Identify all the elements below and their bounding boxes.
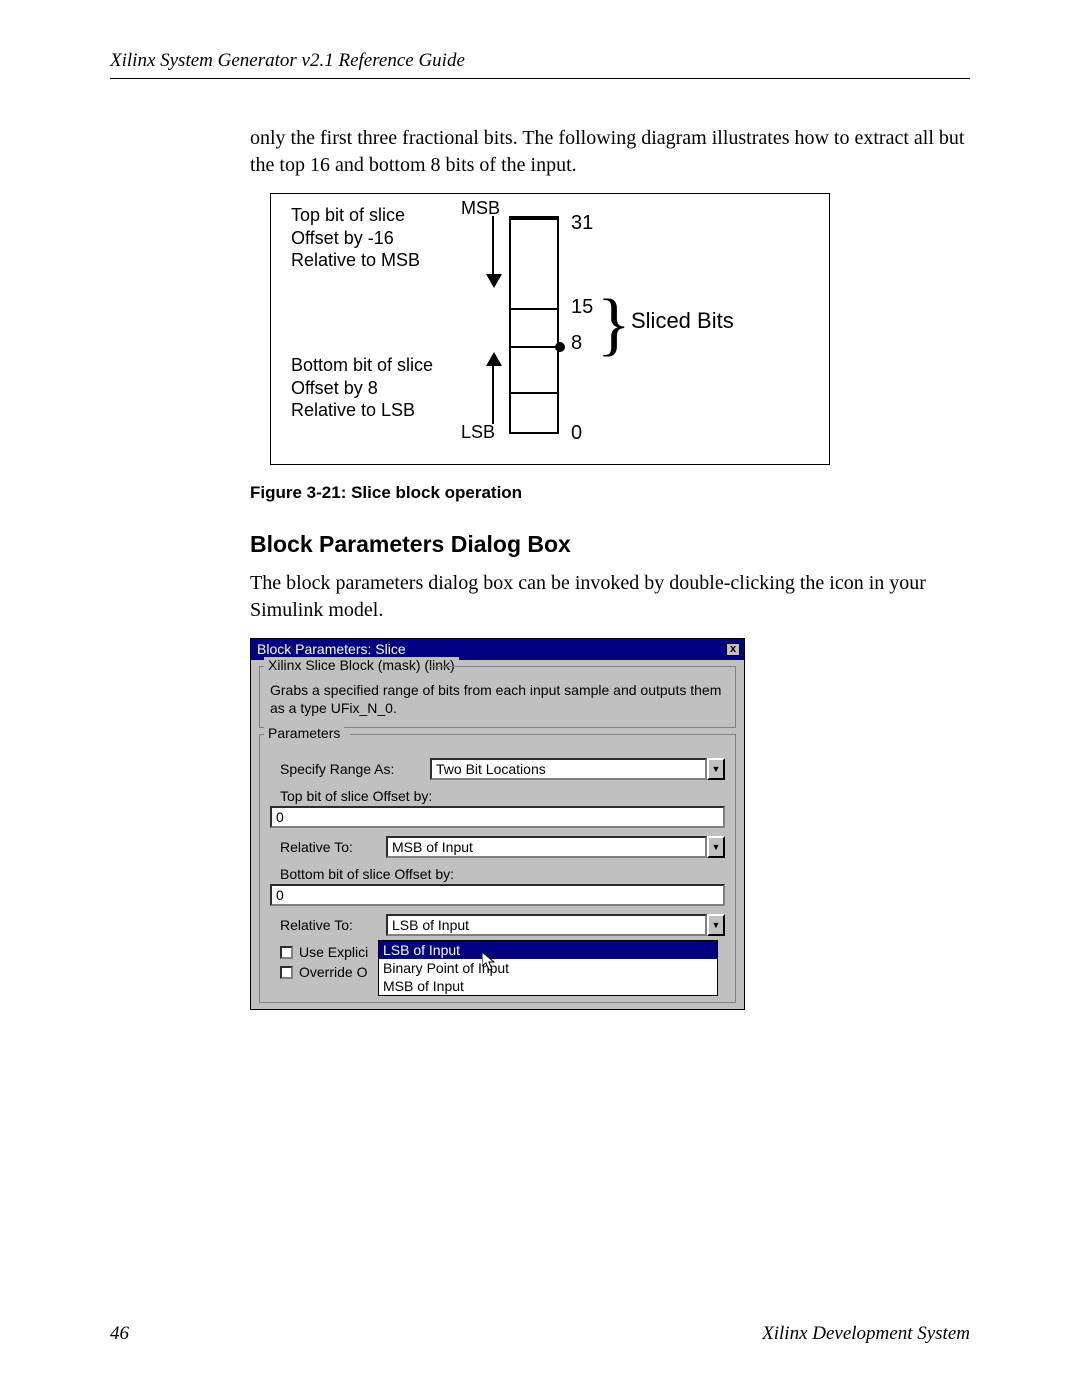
msb-label: MSB: [461, 198, 500, 219]
slice-diagram: Top bit of slice Offset by -16 Relative …: [270, 193, 830, 465]
use-explicit-label: Use Explici: [299, 944, 368, 960]
relative-to-dropdown-list[interactable]: LSB of Input Binary Point of Input MSB o…: [378, 940, 718, 996]
section-heading: Block Parameters Dialog Box: [250, 531, 970, 558]
diag-bottom-label: Bottom bit of slice Offset by 8 Relative…: [291, 354, 433, 422]
parameters-groupbox: Specify Range As: Two Bit Locations ▼ To…: [259, 734, 736, 1003]
dropdown-option-binary-point[interactable]: Binary Point of Input: [379, 959, 717, 977]
page-number: 46: [110, 1323, 129, 1345]
slice-divider: [509, 346, 559, 348]
brace-icon: }: [597, 290, 631, 360]
sliced-bits-label: Sliced Bits: [631, 308, 734, 334]
slice-dot-icon: [555, 342, 565, 352]
relative-to-top-value[interactable]: MSB of Input: [386, 836, 707, 858]
override-checkbox[interactable]: [280, 966, 293, 979]
use-explicit-checkbox[interactable]: [280, 946, 293, 959]
override-label: Override O: [299, 964, 367, 980]
specify-range-label: Specify Range As:: [280, 761, 420, 777]
bit-31-label: 31: [571, 212, 593, 235]
section-paragraph: The block parameters dialog box can be i…: [250, 570, 970, 624]
figure-caption: Figure 3-21: Slice block operation: [250, 483, 970, 503]
bottom-offset-label: Bottom bit of slice Offset by:: [280, 866, 725, 882]
top-offset-label: Top bit of slice Offset by:: [280, 788, 725, 804]
bit-0-label: 0: [571, 422, 582, 445]
bottom-offset-input[interactable]: 0: [270, 884, 725, 906]
relative-to-bottom-value[interactable]: LSB of Input: [386, 914, 707, 936]
relative-to-top-combo[interactable]: MSB of Input ▼: [386, 836, 725, 858]
relative-to-bottom-label: Relative To:: [280, 917, 376, 933]
lsb-label: LSB: [461, 422, 495, 443]
dropdown-option-msb[interactable]: MSB of Input: [379, 977, 717, 995]
mask-description: Grabs a specified range of bits from eac…: [270, 682, 725, 717]
specify-range-value[interactable]: Two Bit Locations: [430, 758, 707, 780]
chevron-down-icon[interactable]: ▼: [707, 836, 725, 858]
chevron-down-icon[interactable]: ▼: [707, 914, 725, 936]
intro-paragraph: only the first three fractional bits. Th…: [250, 125, 970, 179]
diag-top-label: Top bit of slice Offset by -16 Relative …: [291, 204, 420, 272]
relative-to-top-label: Relative To:: [280, 839, 376, 855]
block-parameters-dialog: Block Parameters: Slice x Grabs a specif…: [250, 638, 745, 1010]
dropdown-option-lsb[interactable]: LSB of Input: [379, 941, 717, 959]
dialog-title: Block Parameters: Slice: [257, 641, 406, 657]
relative-to-bottom-combo[interactable]: LSB of Input ▼: [386, 914, 725, 936]
bit-15-label: 15: [571, 296, 593, 319]
specify-range-combo[interactable]: Two Bit Locations ▼: [430, 758, 725, 780]
mask-groupbox: Grabs a specified range of bits from eac…: [259, 666, 736, 728]
running-head: Xilinx System Generator v2.1 Reference G…: [110, 50, 970, 79]
top-offset-input[interactable]: 0: [270, 806, 725, 828]
chevron-down-icon[interactable]: ▼: [707, 758, 725, 780]
bit-column: [509, 216, 559, 434]
bit-8-label: 8: [571, 332, 582, 355]
close-icon[interactable]: x: [726, 643, 740, 656]
footer-right: Xilinx Development System: [762, 1323, 970, 1345]
